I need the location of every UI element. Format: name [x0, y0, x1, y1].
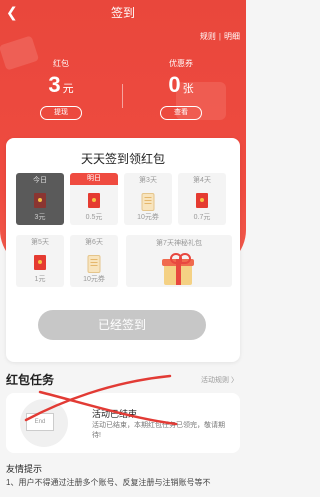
- coupon-value: 0张: [168, 72, 194, 97]
- day-label: 明日: [70, 173, 118, 185]
- coupon-icon: [141, 193, 155, 211]
- task-note: 活动已结束，本期红包任务已领完，敬请期待!: [92, 422, 225, 439]
- task-status: 活动已结束: [92, 409, 138, 419]
- red-envelope-icon: [34, 193, 46, 208]
- day-reward: 0.7元: [193, 214, 211, 221]
- page-title: 签到: [110, 6, 135, 20]
- stats-divider: [122, 84, 123, 108]
- tips-line-1: 1、用户不得通过注册多个账号、反复注册与注销账号等不: [6, 478, 211, 487]
- red-envelope-icon: [88, 193, 100, 208]
- day-reward: 0.5元: [85, 214, 103, 221]
- hongbao-label: 红包: [53, 59, 69, 68]
- day-label: 第3天: [139, 177, 157, 184]
- detail-link[interactable]: 明细: [224, 31, 240, 42]
- day-tile-3[interactable]: 第3天 10元券: [124, 173, 172, 225]
- day-label: 第4天: [193, 177, 211, 184]
- link-separator: |: [218, 32, 221, 41]
- activity-rules-link[interactable]: 活动规则 〉: [201, 375, 238, 385]
- day-tile-6[interactable]: 第6天 10元券: [70, 235, 118, 287]
- day-tile-4[interactable]: 第4天 0.7元: [178, 173, 226, 225]
- top-bar: ❮ 签到: [0, 0, 246, 24]
- red-envelope-icon: [34, 255, 46, 270]
- rules-link[interactable]: 规则: [200, 31, 216, 42]
- withdraw-button[interactable]: 提现: [40, 106, 82, 120]
- red-envelope-icon: [196, 193, 208, 208]
- tips-title: 友情提示: [6, 464, 43, 474]
- day-label: 第5天: [31, 239, 49, 246]
- coupon-label: 优惠券: [169, 59, 193, 68]
- coupon-stat: 优惠券 0张 查看: [141, 58, 221, 120]
- day-tile-5[interactable]: 第5天 1元: [16, 235, 64, 287]
- day-label: 第6天: [85, 239, 103, 246]
- day-label: 今日: [33, 177, 47, 184]
- hongbao-value: 3元: [48, 72, 74, 97]
- signin-card: 天天签到领红包 今日 3元 明日 0.5元 第3天 10元券 第4天 0.7元 …: [6, 138, 240, 362]
- day-reward: 1元: [34, 276, 46, 283]
- hongbao-stat: 红包 3元 提现: [21, 58, 101, 120]
- coupon-icon: [87, 255, 101, 273]
- view-coupon-button[interactable]: 查看: [160, 106, 202, 120]
- day7-label: 第7天神秘礼包: [156, 240, 202, 247]
- header-links: 规则 | 明细: [200, 31, 240, 42]
- task-card: End 活动已结束 活动已结束，本期红包任务已领完，敬请期待!: [6, 393, 240, 453]
- signin-card-title: 天天签到领红包: [80, 152, 165, 166]
- end-badge: End: [26, 413, 54, 431]
- already-signed-button[interactable]: 已经签到: [38, 310, 206, 340]
- task-section-title: 红包任务: [6, 373, 55, 387]
- day-reward: 10元券: [137, 214, 159, 221]
- day-reward: 10元券: [83, 276, 105, 283]
- day-reward: 3元: [34, 214, 46, 221]
- day-tile-2[interactable]: 明日 0.5元: [70, 173, 118, 225]
- stats-panel: 红包 3元 提现 优惠券 0张 查看: [0, 58, 246, 128]
- day-tile-1[interactable]: 今日 3元: [16, 173, 64, 225]
